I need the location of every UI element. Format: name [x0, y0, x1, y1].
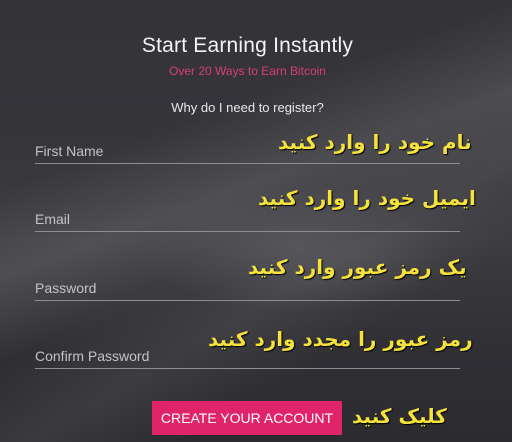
first-name-annotation: نام خود را وارد کنید	[278, 130, 472, 154]
email-field[interactable]: Email	[35, 209, 460, 232]
confirm-password-placeholder: Confirm Password	[35, 348, 150, 364]
page-title: Start Earning Instantly	[141, 34, 354, 57]
email-placeholder: Email	[35, 211, 71, 227]
password-annotation: یک رمز عبور وارد کنید	[248, 255, 467, 279]
first-name-placeholder: First Name	[35, 143, 104, 159]
password-field[interactable]: Password	[35, 278, 460, 301]
why-register-link[interactable]: Why do I need to register?	[0, 100, 495, 115]
password-placeholder: Password	[35, 280, 97, 296]
submit-annotation: کلیک کنید	[352, 404, 447, 428]
page-subtitle: Over 20 Ways to Earn Bitcoin	[169, 64, 326, 78]
confirm-password-annotation: رمز عبور را مجدد وارد کنید	[208, 327, 473, 351]
email-annotation: ایمیل خود را وارد کنید	[258, 186, 476, 210]
create-account-button[interactable]: CREATE YOUR ACCOUNT	[152, 401, 342, 435]
